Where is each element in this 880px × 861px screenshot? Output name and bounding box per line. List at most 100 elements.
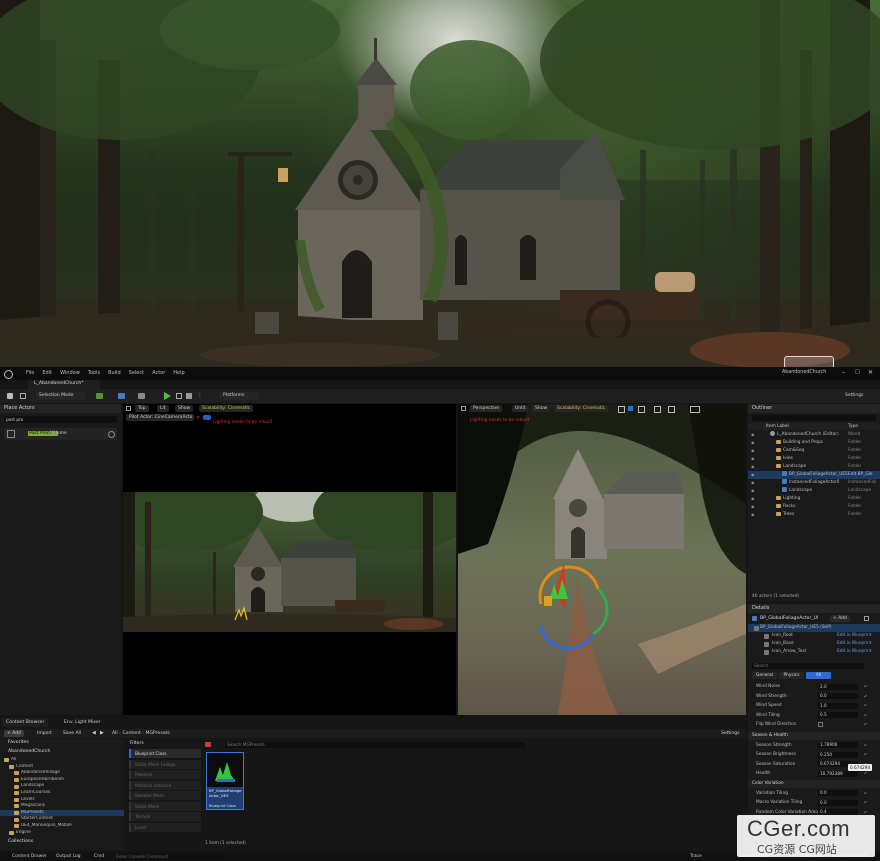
details-search[interactable]: Search — [752, 663, 864, 669]
property-section-header[interactable]: Season & Health — [748, 731, 880, 740]
content-add-button[interactable]: + Add — [4, 730, 24, 737]
asset-filter-icon[interactable] — [205, 742, 211, 747]
viewport-menu-icon[interactable] — [461, 406, 466, 411]
reset-arrow-icon[interactable]: ↶ — [864, 798, 867, 807]
reset-arrow-icon[interactable]: ↶ — [864, 682, 867, 691]
menu-window[interactable]: Window — [60, 370, 80, 376]
right-viewport[interactable]: Perspective Unlit Show Scalability: Cine… — [458, 404, 746, 715]
import-button[interactable]: Import — [34, 730, 55, 737]
right-mode-button[interactable]: Unlit — [512, 405, 529, 412]
platforms-dropdown[interactable]: Platforms — [220, 392, 258, 400]
settings-dropdown[interactable]: Settings — [842, 392, 876, 400]
details-actor-name[interactable]: BP_GlobalFoliageActor_Ul — [760, 616, 818, 621]
reset-arrow-icon[interactable]: ↶ — [864, 750, 867, 759]
property-value-field[interactable]: 0.0 — [818, 693, 858, 699]
left-view-button[interactable]: Top — [135, 405, 149, 412]
outliner-col-label[interactable]: Item Label — [766, 423, 789, 430]
right-view-button[interactable]: Perspective — [470, 405, 503, 412]
snap-icon[interactable] — [654, 406, 661, 413]
menu-edit[interactable]: Edit — [42, 370, 52, 376]
filter-item[interactable]: Static Mesh — [129, 801, 201, 811]
content-drawer-button[interactable]: Content Drawer — [12, 854, 47, 859]
outliner-row[interactable]: ◉ Rocks Folder — [748, 503, 880, 511]
play-icon[interactable] — [164, 392, 171, 400]
property-value-field[interactable]: 0.0 — [818, 790, 858, 796]
scale-icon[interactable] — [638, 406, 645, 413]
outliner-row[interactable]: ◉ Lighting Folder — [748, 495, 880, 503]
reset-arrow-icon[interactable]: ↶ — [864, 701, 867, 710]
rotate-icon[interactable] — [628, 406, 633, 411]
edit-in-blueprint-link[interactable]: Edit in Blueprint — [837, 648, 872, 656]
visibility-eye-icon[interactable]: ◉ — [751, 471, 755, 479]
reset-arrow-icon[interactable]: ↶ — [864, 692, 867, 701]
folder-tree-item[interactable]: All — [0, 757, 124, 764]
folder-tree-item[interactable]: LearnCourses — [0, 790, 124, 797]
forward-icon[interactable]: ▶ — [100, 730, 104, 736]
visibility-eye-icon[interactable]: ◉ — [751, 503, 755, 511]
level-tab[interactable]: L_AbandonedChurch* — [28, 380, 100, 389]
details-tab-physics[interactable]: Physics — [779, 672, 804, 679]
details-add-button[interactable]: + Add — [830, 615, 850, 622]
visibility-eye-icon[interactable]: ◉ — [751, 431, 755, 439]
edit-in-blueprint-link[interactable]: Edit in Blueprint — [837, 640, 872, 648]
folder-tree-item[interactable]: Levels — [0, 797, 124, 804]
menu-actor[interactable]: Actor — [152, 370, 165, 376]
outliner-row[interactable]: ◉ Landscape Folder — [748, 463, 880, 471]
eject-pilot-icon[interactable]: ✕ — [196, 415, 200, 421]
visibility-eye-icon[interactable]: ◉ — [751, 463, 755, 471]
property-value-field[interactable]: 0.5 — [818, 712, 858, 718]
right-show-button[interactable]: Show — [532, 405, 551, 412]
add-actor-icon[interactable] — [96, 393, 103, 399]
filter-item[interactable]: Texture — [129, 812, 201, 821]
path-segment[interactable]: MGPresets — [146, 731, 170, 736]
component-row[interactable]: BP_GlobalFoliageActor_UE5 (Self) — [748, 624, 880, 632]
left-scalability-button[interactable]: Scalability: Cinematic — [199, 405, 254, 412]
content-settings-button[interactable]: Settings — [718, 730, 742, 737]
reset-arrow-icon[interactable]: ↶ — [864, 741, 867, 750]
minimize-icon[interactable]: – — [842, 369, 845, 376]
project-root-header[interactable]: AbandonedChurch — [8, 749, 50, 754]
folder-tree-item[interactable]: MGPresets — [0, 809, 124, 817]
outliner-row[interactable]: ◉ Landscape Landscape — [748, 487, 880, 495]
stop-icon[interactable] — [186, 393, 192, 399]
filter-item[interactable]: Skeletal Mesh — [129, 791, 201, 800]
asset-tile[interactable]: BP_GlobalFoliage Actor_UE5 Blueprint Cla… — [206, 752, 244, 810]
folder-tree-item[interactable]: Content — [0, 764, 124, 771]
property-value-field[interactable]: 2.0 — [818, 683, 858, 690]
edit-in-blueprint-link[interactable]: Edit in Blueprint — [837, 632, 872, 640]
cinematics-icon[interactable] — [138, 393, 145, 399]
help-icon[interactable] — [108, 431, 115, 438]
outliner-col-type[interactable]: Type — [848, 423, 858, 430]
filter-item[interactable]: Static Mesh Foliage — [129, 759, 201, 769]
visibility-eye-icon[interactable]: ◉ — [751, 447, 755, 455]
visibility-eye-icon[interactable]: ◉ — [751, 487, 755, 495]
cmd-dropdown[interactable]: Cmd — [94, 854, 104, 859]
unreal-logo-icon[interactable] — [4, 370, 13, 379]
outliner-row[interactable]: ◉ L_AbandonedChurch (Editor) World — [748, 431, 880, 439]
outliner-row[interactable]: ◉ BP_GlobalFoliageActor_UE5 Edit BP_Glo — [748, 471, 880, 479]
filter-item[interactable]: Blueprint Class — [129, 749, 201, 758]
blueprint-edit-icon[interactable] — [864, 616, 869, 621]
property-value-field[interactable]: 1.0 — [818, 702, 858, 709]
outliner-row[interactable]: ◉ Building and Props Folder — [748, 439, 880, 447]
visibility-eye-icon[interactable]: ◉ — [751, 455, 755, 463]
maximize-icon[interactable]: □ — [855, 369, 860, 375]
folder-tree-item[interactable]: AbandonedVillage — [0, 770, 124, 777]
filter-item[interactable]: Material Instance — [129, 780, 201, 790]
menu-select[interactable]: Select — [129, 370, 144, 376]
save-all-button[interactable]: Save All — [60, 730, 84, 737]
details-tab-all[interactable]: All — [806, 672, 831, 679]
folder-tree-item[interactable]: EuropeanHornbeam — [0, 777, 124, 784]
step-icon[interactable] — [176, 393, 182, 399]
menu-help[interactable]: Help — [173, 370, 184, 376]
property-section-header[interactable]: Color Variation — [748, 779, 880, 788]
folder-tree-item[interactable]: Megascans — [0, 803, 124, 810]
folder-tree-item[interactable]: StarterContent — [0, 816, 124, 823]
blueprint-icon[interactable] — [118, 393, 125, 399]
translate-icon[interactable] — [618, 406, 625, 413]
outliner-row[interactable]: ◉ InstancedFoliageActor0 InstancedFoli — [748, 479, 880, 487]
component-row[interactable]: Icon_Arrow_Test Edit in Blueprint — [748, 648, 880, 656]
grid-icon[interactable] — [668, 406, 675, 413]
outliner-row[interactable]: ◉ Cam&Seq Folder — [748, 447, 880, 455]
property-value-field[interactable]: 10.792389 — [818, 770, 858, 777]
